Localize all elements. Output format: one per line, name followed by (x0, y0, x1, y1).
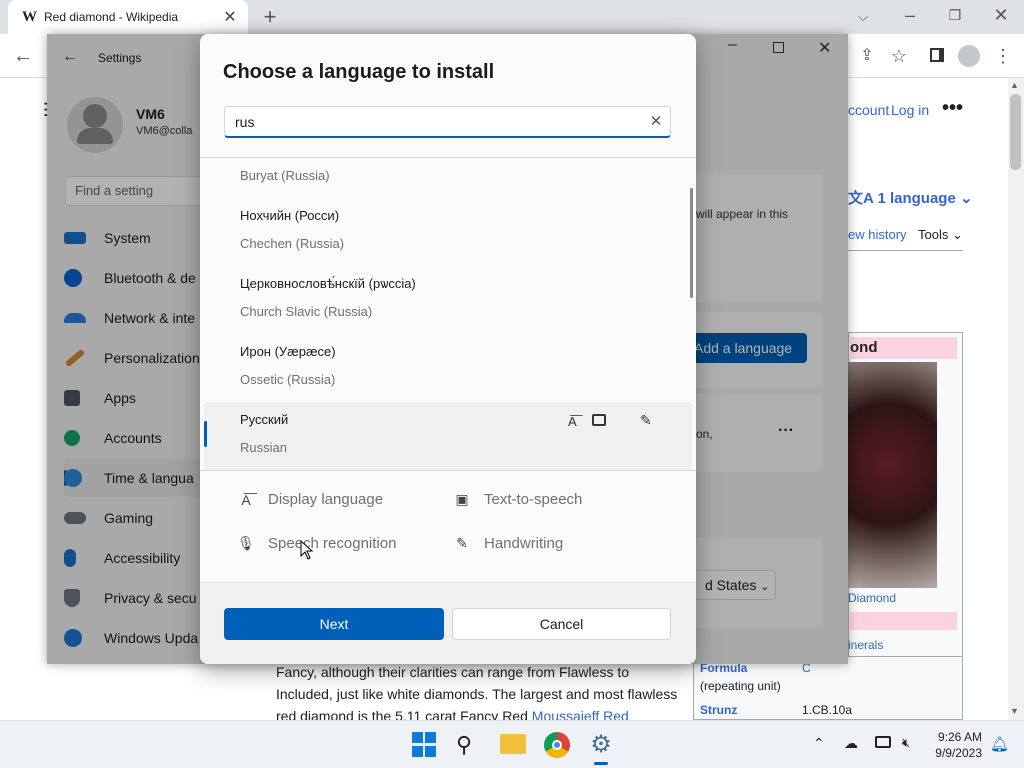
display-language-icon: A͞ (241, 491, 251, 508)
text-to-speech-icon: ▣ (455, 491, 469, 507)
cancel-button[interactable]: Cancel (452, 608, 671, 640)
browser-restore-icon[interactable]: ❐ (940, 0, 970, 30)
volume-muted-icon[interactable]: 🔇︎ (902, 735, 910, 751)
language-item-church-slavic[interactable]: Церковнословѣ́нскїй (рѡссіа) Church Slav… (204, 266, 692, 334)
tab-title: Red diamond - Wikipedia (44, 10, 179, 24)
display-language-icon: A͞ (568, 414, 577, 429)
language-english-name: Russian (240, 440, 287, 455)
language-english-name: Church Slavic (Russia) (240, 304, 373, 319)
language-native-name: Русский (240, 412, 289, 427)
selection-indicator (204, 421, 207, 447)
handwriting-icon: ✎ (456, 535, 468, 551)
back-arrow-icon[interactable]: ← (8, 41, 38, 71)
browser-close-icon[interactable]: ✕ (986, 0, 1016, 30)
article-line-2: Included, just like white diamonds. The … (276, 686, 678, 702)
infobox-title: ond (850, 337, 957, 359)
choose-language-dialog: Choose a language to install ✕ Buryat (R… (200, 34, 696, 664)
language-search-input[interactable] (235, 107, 635, 137)
next-button[interactable]: Next (224, 608, 444, 640)
cloud-offline-icon[interactable]: ☁ (844, 735, 858, 752)
minerals-link[interactable]: inerals (848, 638, 883, 652)
chrome-center-icon (552, 740, 562, 750)
clock-time[interactable]: 9:26 AM (930, 730, 982, 744)
red-diamond-image[interactable] (848, 362, 937, 588)
text-to-speech-icon (592, 414, 606, 426)
start-windows-icon[interactable] (412, 732, 438, 758)
microphone-icon: 🎙︎ (237, 535, 255, 551)
create-account-link[interactable]: ccount (848, 102, 889, 118)
handwriting-icon: ✎ (640, 412, 652, 428)
language-list: Buryat (Russia) Нохчийн (Росси) Chechen … (200, 158, 696, 470)
language-english-name: Ossetic (Russia) (240, 372, 336, 387)
translate-icon: 文A (848, 190, 878, 207)
settings-gear-icon[interactable]: ⚙ (588, 732, 614, 758)
page-scrollbar[interactable] (1008, 78, 1024, 720)
feature-text-to-speech: ▣ Text-to-speech (452, 491, 582, 508)
notification-bell-icon[interactable]: 🔔︎ (990, 735, 1009, 753)
language-native-name: Нохчийн (Росси) (240, 208, 340, 223)
network-icon[interactable] (875, 736, 891, 748)
browser-minimize-icon[interactable]: – (895, 0, 925, 30)
browser-menu-icon[interactable]: ⋮ (988, 41, 1018, 71)
dialog-title: Choose a language to install (223, 61, 495, 83)
chevron-down-icon: ⌄ (959, 190, 973, 207)
language-button[interactable]: 文A 1 language ⌄ (848, 187, 973, 208)
formula-sub: (repeating unit) (700, 679, 781, 693)
scroll-down-icon[interactable]: ▼ (1010, 706, 1019, 716)
divider (848, 250, 963, 251)
language-native-name: Церковнословѣ́нскїй (рѡссіа) (240, 276, 416, 291)
tab-close-icon[interactable]: ✕ (220, 7, 240, 27)
login-link[interactable]: Log in (891, 102, 929, 118)
chevron-down-icon: ⌄ (951, 227, 963, 242)
strunz-label[interactable]: Strunz (700, 703, 737, 717)
infobox-section-bar (850, 612, 957, 630)
language-native-name: Ирон (Уæрæсе) (240, 344, 336, 359)
scroll-up-icon[interactable]: ▲ (1010, 80, 1019, 90)
language-search-box[interactable]: ✕ (224, 106, 671, 138)
tab-search-icon[interactable]: ⌵ (848, 2, 878, 32)
browser-tab[interactable]: W Red diamond - Wikipedia ✕ (8, 0, 248, 34)
feature-display-language: A͞ Display language (236, 491, 383, 508)
wiki-more-icon[interactable]: ••• (942, 97, 963, 120)
bookmark-star-icon[interactable]: ☆ (884, 41, 914, 71)
clear-search-icon[interactable]: ✕ (645, 111, 667, 133)
language-item-buryat[interactable]: Buryat (Russia) (204, 158, 692, 198)
share-icon[interactable]: ⇪ (852, 41, 882, 71)
view-history-link[interactable]: ew history (848, 227, 907, 242)
strunz-value: 1.CB.10a (802, 703, 853, 717)
language-item-chechen[interactable]: Нохчийн (Росси) Chechen (Russia) (204, 198, 692, 266)
active-app-indicator (594, 762, 608, 765)
clock-date[interactable]: 9/9/2023 (930, 746, 982, 760)
new-tab-button[interactable]: + (255, 2, 285, 32)
language-item-ossetic[interactable]: Ирон (Уæрæсе) Ossetic (Russia) (204, 334, 692, 402)
feature-handwriting: ✎ Handwriting (452, 535, 563, 552)
language-item-russian[interactable]: Русский Russian A͞ ✎ (204, 402, 692, 470)
search-icon[interactable]: ⚲ (456, 732, 482, 758)
tray-chevron-up-icon[interactable]: ⌃ (813, 735, 825, 752)
profile-avatar-icon[interactable] (958, 45, 980, 67)
list-scrollbar[interactable] (690, 188, 693, 298)
page-scrollbar-thumb[interactable] (1010, 94, 1021, 170)
divider (200, 470, 696, 471)
article-line-1: Fancy, although their clarities can rang… (276, 664, 630, 680)
file-explorer-icon[interactable] (500, 734, 526, 754)
infobox-caption[interactable]: Diamond (848, 591, 896, 605)
language-english-name: Chechen (Russia) (240, 236, 345, 251)
feature-speech-recognition: 🎙︎ Speech recognition (237, 535, 397, 552)
tools-menu[interactable]: Tools ⌄ (918, 227, 963, 243)
mouse-cursor-icon (300, 540, 314, 560)
language-english-name: Buryat (Russia) (240, 168, 330, 183)
wikipedia-favicon-icon: W (22, 8, 37, 25)
side-panel-icon[interactable] (930, 48, 944, 62)
